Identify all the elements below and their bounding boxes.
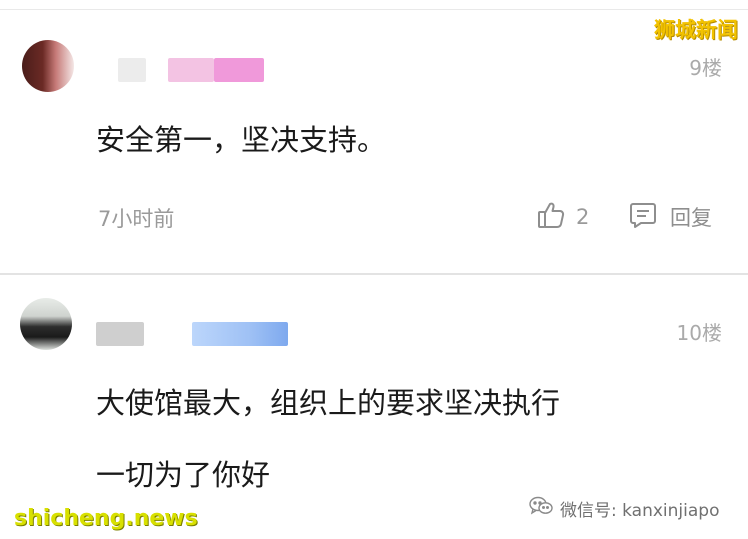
watermark-shicheng-top: 狮城新闻 <box>654 18 738 42</box>
comment-text: 安全第一，坚决支持。 <box>96 123 387 157</box>
blurred-username <box>192 322 288 346</box>
like-button[interactable]: 2 <box>536 200 589 234</box>
comment-timestamp: 7小时前 <box>98 207 175 231</box>
avatar[interactable] <box>20 298 72 350</box>
blurred-username <box>168 58 214 82</box>
top-divider <box>0 9 748 10</box>
reply-label: 回复 <box>670 206 712 230</box>
blurred-username <box>118 58 146 82</box>
wechat-icon <box>528 495 554 521</box>
watermark-shicheng-bottom: shicheng.news <box>14 506 198 531</box>
like-count: 2 <box>576 205 590 229</box>
floor-number: 9楼 <box>689 56 722 80</box>
comment-text-line: 大使馆最大，组织上的要求坚决执行 <box>96 386 561 420</box>
blurred-username <box>96 322 144 346</box>
avatar[interactable] <box>22 40 74 92</box>
blurred-username <box>214 58 264 82</box>
wechat-id-watermark: 微信号: kanxinjiapo <box>528 495 719 521</box>
floor-number: 10楼 <box>676 321 722 345</box>
comment-divider <box>0 273 748 275</box>
reply-comment-icon <box>628 200 658 234</box>
thumbs-up-icon <box>536 200 566 234</box>
wechat-id-label: 微信号: kanxinjiapo <box>560 500 720 521</box>
comment-text-line: 一切为了你好 <box>96 458 271 492</box>
reply-button[interactable]: 回复 <box>628 200 712 234</box>
